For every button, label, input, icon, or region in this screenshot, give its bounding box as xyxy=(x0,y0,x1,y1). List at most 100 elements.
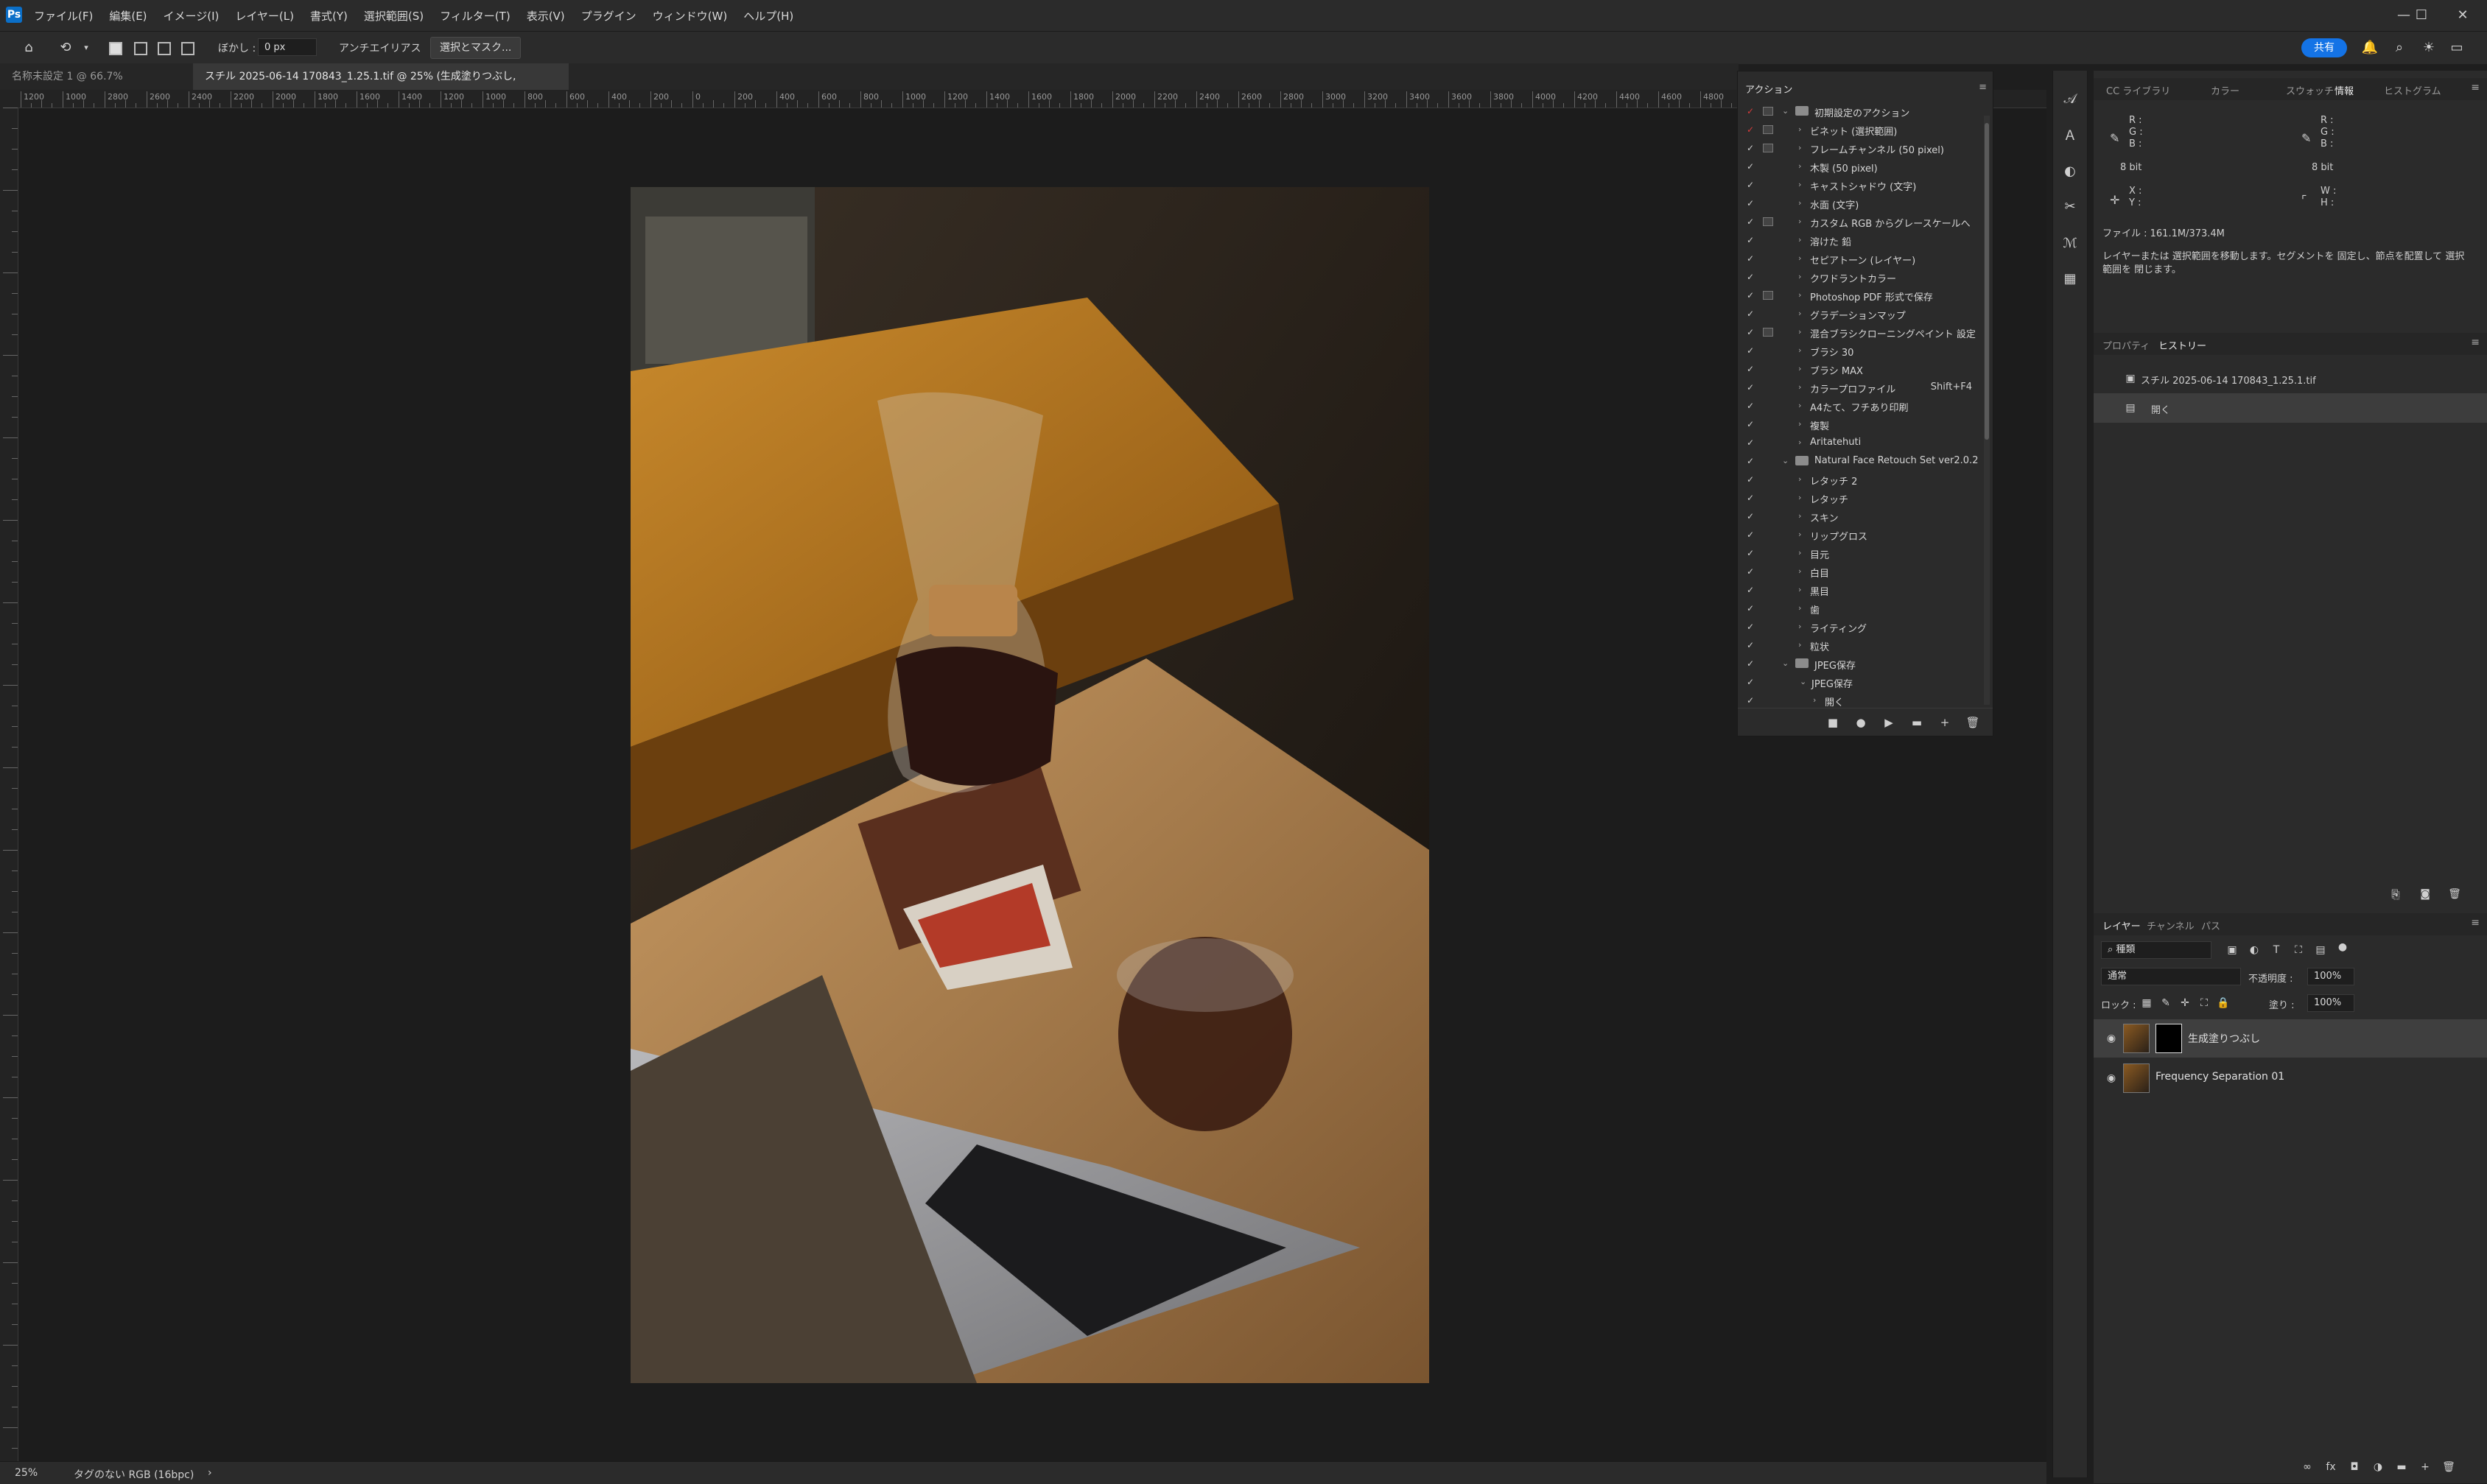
action-row[interactable]: ✓ › A4たて、フチあり印刷 xyxy=(1738,397,1981,415)
menu-item[interactable]: レイヤー(L) xyxy=(235,8,294,24)
opacity-input[interactable]: 100% xyxy=(2307,968,2354,985)
dialog-toggle-icon[interactable] xyxy=(1763,346,1773,355)
action-toggle-check-icon[interactable]: ✓ xyxy=(1745,253,1755,264)
action-toggle-check-icon[interactable]: ✓ xyxy=(1745,345,1755,356)
select-and-mask-button[interactable]: 選択とマスク... xyxy=(430,37,522,59)
action-row[interactable]: ✓ › クワドラントカラー xyxy=(1738,268,1981,286)
dialog-toggle-icon[interactable] xyxy=(1763,604,1773,613)
action-row[interactable]: ✓ › 木製 (50 pixel) xyxy=(1738,158,1981,176)
adjustment-layer-icon[interactable]: ◑ xyxy=(2371,1460,2385,1474)
dialog-toggle-icon[interactable] xyxy=(1763,438,1773,447)
action-set-row[interactable]: ✓ ⌄ 初期設定のアクション xyxy=(1738,102,1981,121)
lock-pixels-icon[interactable]: ✎ xyxy=(2158,996,2173,1010)
action-row[interactable]: ✓ › 混合ブラシクローニングペイント 設定 xyxy=(1738,323,1981,342)
dialog-toggle-icon[interactable] xyxy=(1763,107,1773,116)
collapse-chevron-icon[interactable]: › xyxy=(1798,437,1801,447)
play-icon[interactable]: ▶ xyxy=(1881,714,1897,731)
action-toggle-check-icon[interactable]: ✓ xyxy=(1745,455,1755,467)
layer-thumbnail[interactable] xyxy=(2123,1063,2150,1093)
layer-name[interactable]: Frequency Separation 01 xyxy=(2155,1071,2284,1083)
close-window-button[interactable]: ✕ xyxy=(2444,4,2481,27)
add-selection-icon[interactable] xyxy=(134,42,147,55)
panel-menu-icon[interactable]: ≡ xyxy=(2471,337,2480,348)
dialog-toggle-icon[interactable] xyxy=(1763,457,1773,465)
new-group-icon[interactable]: ▬ xyxy=(2394,1460,2409,1474)
action-toggle-check-icon[interactable]: ✓ xyxy=(1745,105,1755,117)
menu-item[interactable]: 表示(V) xyxy=(527,8,565,24)
panel-tab[interactable]: パス xyxy=(2201,918,2220,932)
action-row[interactable]: ✓ › 溶けた 鉛 xyxy=(1738,231,1981,250)
collapse-chevron-icon[interactable]: › xyxy=(1798,585,1801,594)
action-row[interactable]: ✓ › ブラシ MAX xyxy=(1738,360,1981,379)
action-row[interactable]: ✓ › 目元 xyxy=(1738,544,1981,563)
collapse-chevron-icon[interactable]: › xyxy=(1798,548,1801,558)
action-toggle-check-icon[interactable]: ✓ xyxy=(1745,308,1755,320)
dialog-toggle-icon[interactable] xyxy=(1763,659,1773,668)
action-toggle-check-icon[interactable]: ✓ xyxy=(1745,584,1755,596)
action-row[interactable]: ✓ › 水面 (文字) xyxy=(1738,194,1981,213)
action-row[interactable]: ✓ › 白目 xyxy=(1738,563,1981,581)
feather-input[interactable]: 0 px xyxy=(258,38,317,56)
action-row[interactable]: ✓ › ブラシ 30 xyxy=(1738,342,1981,360)
layer-row[interactable]: ◉ Frequency Separation 01 xyxy=(2094,1059,2487,1097)
panel-menu-icon[interactable]: ≡ xyxy=(2471,917,2480,929)
panel-tab[interactable]: スウォッチ xyxy=(2286,83,2334,97)
action-toggle-check-icon[interactable]: ✓ xyxy=(1745,639,1755,651)
doc-tab-still[interactable]: スチル 2025-06-14 170843_1.25.1.tif @ 25% (… xyxy=(193,63,569,109)
action-row[interactable]: ✓ › セピアトーン (レイヤー) xyxy=(1738,250,1981,268)
action-set-row[interactable]: ✓ ⌄ Natural Face Retouch Set ver2.0.2 xyxy=(1738,452,1981,471)
action-toggle-check-icon[interactable]: ✓ xyxy=(1745,418,1755,430)
action-toggle-check-icon[interactable]: ✓ xyxy=(1745,381,1755,393)
collapse-chevron-icon[interactable]: › xyxy=(1798,401,1801,410)
dialog-toggle-icon[interactable] xyxy=(1763,328,1773,337)
action-toggle-check-icon[interactable]: ✓ xyxy=(1745,676,1755,688)
collapse-chevron-icon[interactable]: › xyxy=(1798,419,1801,429)
dialog-toggle-icon[interactable] xyxy=(1763,309,1773,318)
new-set-icon[interactable]: ▬ xyxy=(1909,714,1925,731)
link-layers-icon[interactable]: ∞ xyxy=(2300,1460,2315,1474)
menu-item[interactable]: ファイル(F) xyxy=(34,8,93,24)
fill-input[interactable]: 100% xyxy=(2307,994,2354,1012)
action-toggle-check-icon[interactable]: ✓ xyxy=(1745,326,1755,338)
action-toggle-check-icon[interactable]: ✓ xyxy=(1745,161,1755,172)
layer-thumbnail[interactable] xyxy=(2123,1024,2150,1053)
menu-item[interactable]: イメージ(I) xyxy=(164,8,220,24)
collapse-chevron-icon[interactable]: › xyxy=(1798,530,1801,539)
maximize-button[interactable]: ☐ xyxy=(2403,4,2440,27)
tool-preset-chevron-icon[interactable]: ▾ xyxy=(77,38,96,57)
trash-icon[interactable]: 🗑 xyxy=(1965,714,1981,731)
collapse-chevron-icon[interactable]: › xyxy=(1798,364,1801,373)
lightbulb-icon[interactable]: ☀ xyxy=(2419,38,2438,57)
action-row[interactable]: ✓ › 黒目 xyxy=(1738,581,1981,599)
bell-icon[interactable]: 🔔 xyxy=(2360,38,2379,57)
action-toggle-check-icon[interactable]: ✓ xyxy=(1745,271,1755,283)
expand-chevron-icon[interactable]: ⌄ xyxy=(1800,677,1806,686)
stop-icon[interactable]: ■ xyxy=(1825,714,1841,731)
visibility-eye-icon[interactable]: ◉ xyxy=(2104,1071,2119,1086)
action-toggle-check-icon[interactable]: ✓ xyxy=(1745,234,1755,246)
swatches-panel-icon[interactable]: ▦ xyxy=(2060,270,2080,289)
action-row[interactable]: ✓ › 粒状 xyxy=(1738,636,1981,655)
dialog-toggle-icon[interactable] xyxy=(1763,180,1773,189)
collapse-chevron-icon[interactable]: › xyxy=(1798,217,1801,226)
dialog-toggle-icon[interactable] xyxy=(1763,125,1773,134)
dialog-toggle-icon[interactable] xyxy=(1763,383,1773,392)
panel-tab[interactable]: チャンネル xyxy=(2147,918,2195,932)
tool-presets-icon[interactable]: ✂ xyxy=(2060,197,2080,217)
action-toggle-check-icon[interactable]: ✓ xyxy=(1745,566,1755,577)
panel-tab[interactable]: CC ライブラリ xyxy=(2106,83,2170,97)
lock-position-icon[interactable]: ✛ xyxy=(2178,996,2192,1010)
action-row[interactable]: ✓ › ビネット (選択範囲) xyxy=(1738,121,1981,139)
action-toggle-check-icon[interactable]: ✓ xyxy=(1745,529,1755,541)
action-row[interactable]: ✓ › 複製 xyxy=(1738,415,1981,434)
menu-item[interactable]: 書式(Y) xyxy=(310,8,348,24)
dialog-toggle-icon[interactable] xyxy=(1763,493,1773,502)
action-row[interactable]: ✓ › レタッチ 2 xyxy=(1738,471,1981,489)
action-toggle-check-icon[interactable]: ✓ xyxy=(1745,694,1755,706)
history-trash-icon[interactable]: 🗑 xyxy=(2447,887,2462,901)
panel-menu-icon[interactable]: ≡ xyxy=(2471,82,2480,94)
layer-filter-select[interactable]: ⌕ 種類 xyxy=(2101,941,2211,959)
photoshop-logo-icon[interactable]: Ps xyxy=(6,7,22,23)
action-row[interactable]: ✓ › 歯 xyxy=(1738,599,1981,618)
zoom-level[interactable]: 25% xyxy=(15,1467,38,1479)
